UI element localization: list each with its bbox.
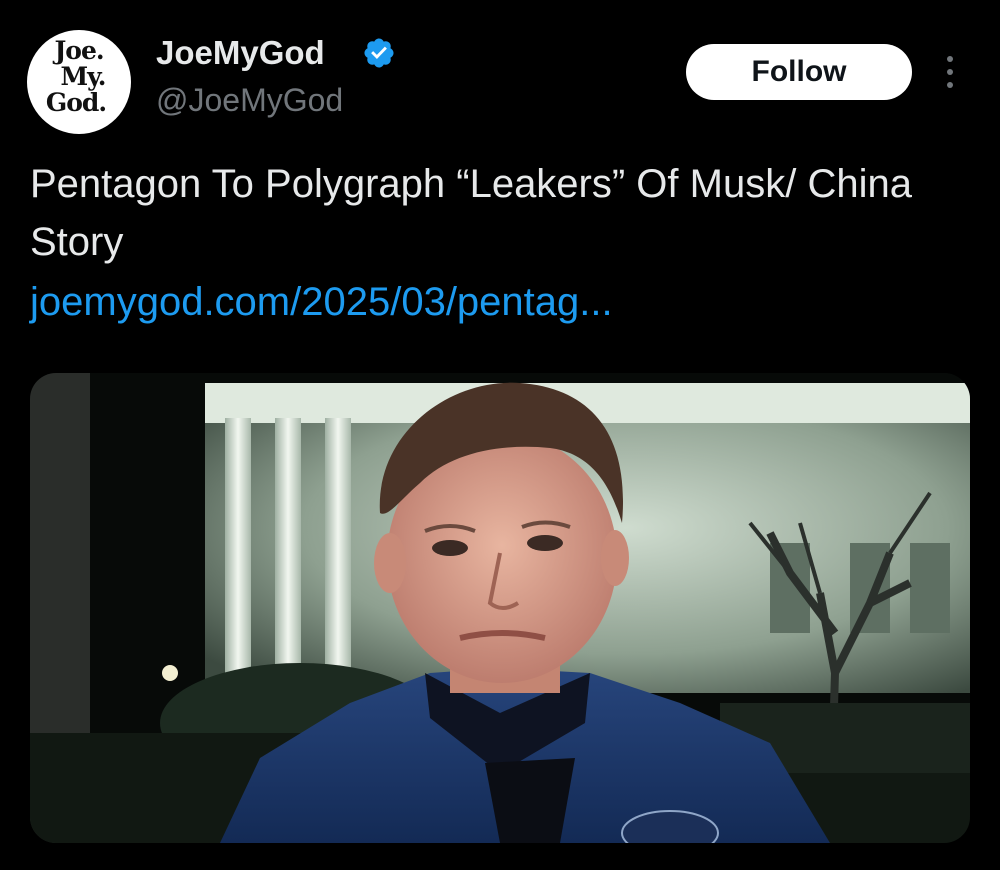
verified-badge-icon xyxy=(364,38,394,68)
author-display-name[interactable]: JoeMyGod xyxy=(156,33,325,73)
avatar-logo-line-2: My. xyxy=(60,62,106,91)
follow-button[interactable]: Follow xyxy=(686,44,912,100)
more-vertical-icon[interactable] xyxy=(934,52,966,92)
post-media-photo[interactable] xyxy=(30,373,970,843)
author-handle[interactable]: @JoeMyGod xyxy=(156,80,343,120)
media-photo-illustration xyxy=(30,373,970,843)
avatar-logo-line-3: God. xyxy=(45,88,107,117)
avatar-logo: Joe. My. God. xyxy=(27,38,131,116)
tweet-card: Joe. My. God. JoeMyGod @JoeMyGod Follow … xyxy=(0,0,1000,870)
post-text: Pentagon To Polygraph “Leakers” Of Musk/… xyxy=(30,162,912,264)
avatar[interactable]: Joe. My. God. xyxy=(27,30,131,134)
post-link[interactable]: joemygod.com/2025/03/pentag... xyxy=(30,273,613,331)
avatar-logo-line-1: Joe. xyxy=(54,36,104,65)
